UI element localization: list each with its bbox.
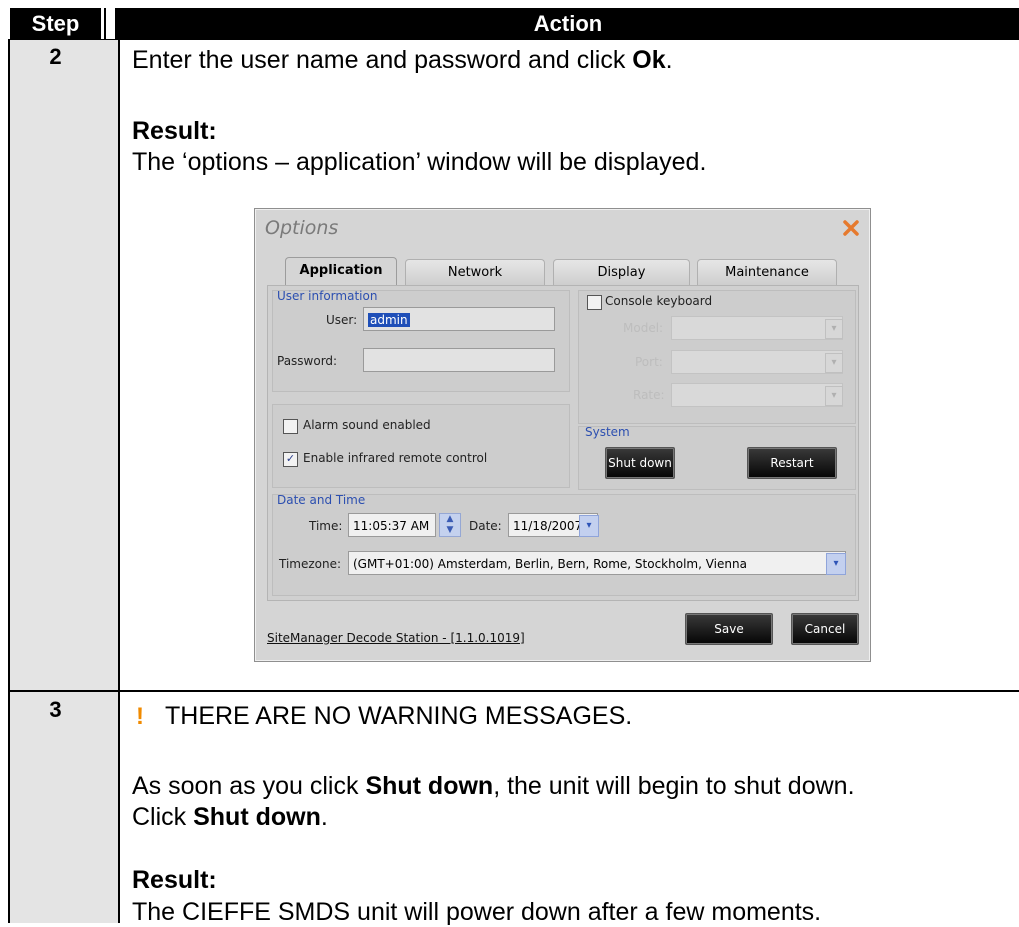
instruction-text: Click Shut down. — [132, 802, 328, 832]
rate-label: Rate: — [633, 388, 665, 402]
tab-maintenance[interactable]: Maintenance — [697, 259, 837, 286]
infrared-label: Enable infrared remote control — [303, 451, 488, 465]
time-spinner-icon[interactable]: ▲ ▼ — [439, 513, 461, 537]
result-label: Result: — [132, 866, 217, 894]
cancel-button[interactable]: Cancel — [791, 613, 859, 645]
tab-application[interactable]: Application — [285, 257, 397, 286]
result-label: Result: — [132, 117, 217, 145]
time-input[interactable]: 11:05:37 AM — [348, 513, 436, 537]
tab-network[interactable]: Network — [405, 259, 545, 286]
version-link[interactable]: SiteManager Decode Station - [1.1.0.1019… — [267, 631, 525, 645]
step-column-header: Step — [10, 8, 101, 39]
timezone-label: Timezone: — [279, 557, 342, 571]
instruction-text: Enter the user name and password and cli… — [132, 45, 673, 75]
step-number: 3 — [49, 697, 62, 722]
header-divider — [101, 8, 115, 39]
result-text: The ‘options – application’ window will … — [132, 148, 707, 176]
user-input[interactable]: admin — [363, 307, 555, 331]
time-label: Time: — [309, 519, 343, 533]
instruction-bold: Shut down — [365, 772, 494, 800]
port-select[interactable] — [671, 350, 843, 374]
column-divider — [118, 39, 120, 923]
alarm-label: Alarm sound enabled — [303, 418, 431, 432]
instruction-pre: As soon as you click — [132, 772, 366, 800]
alarm-checkbox[interactable] — [283, 419, 298, 434]
instruction-post: , the unit will begin to shut down. — [493, 772, 855, 800]
application-panel: User information User: admin Password: A… — [267, 285, 859, 601]
rate-dropdown-icon: ▾ — [825, 386, 843, 406]
console-keyboard-checkbox[interactable] — [587, 295, 602, 310]
console-keyboard-label: Console keyboard — [605, 294, 713, 308]
instruction-post: . — [320, 803, 328, 831]
warning-text: THERE ARE NO WARNING MESSAGES. — [165, 702, 633, 730]
options-dialog: Options Application Network Display Main… — [254, 208, 871, 662]
user-value: admin — [368, 313, 410, 327]
shut-down-button[interactable]: Shut down — [605, 447, 675, 479]
user-information-label: User information — [277, 289, 378, 303]
warning-exclamation-icon: ! — [136, 703, 144, 730]
tab-display[interactable]: Display — [553, 259, 690, 286]
user-label: User: — [326, 313, 358, 327]
procedure-table: Step Action 2 Enter the user name and pa… — [0, 0, 1019, 926]
date-time-group: Date and Time Time: 11:05:37 AM ▲ ▼ Date:… — [272, 493, 856, 596]
rate-select[interactable] — [671, 383, 843, 407]
model-label: Model: — [623, 321, 664, 335]
port-label: Port: — [635, 355, 663, 369]
password-label: Password: — [277, 354, 338, 368]
model-select[interactable] — [671, 316, 843, 340]
restart-button[interactable]: Restart — [747, 447, 837, 479]
timezone-select[interactable]: (GMT+01:00) Amsterdam, Berlin, Bern, Rom… — [348, 551, 846, 575]
tab-bar: Application Network Display Maintenance — [285, 257, 837, 286]
date-time-label: Date and Time — [277, 493, 366, 507]
step-column — [10, 40, 118, 923]
header-rule — [8, 39, 1019, 40]
timezone-dropdown-icon[interactable]: ▾ — [826, 553, 846, 575]
system-label: System — [585, 425, 630, 439]
model-dropdown-icon: ▾ — [825, 319, 843, 339]
instruction-post: . — [665, 46, 673, 74]
user-information-group: User information User: admin Password: — [272, 289, 570, 392]
options-group: Alarm sound enabled ✓ Enable infrared re… — [272, 404, 570, 488]
password-input[interactable] — [363, 348, 555, 372]
console-keyboard-group: Console keyboard Model: ▾ Port: ▾ Rate: … — [578, 290, 856, 424]
dialog-title: Options — [265, 217, 339, 239]
instruction-pre: Click — [132, 803, 194, 831]
infrared-checkbox[interactable]: ✓ — [283, 452, 298, 467]
port-dropdown-icon: ▾ — [825, 353, 843, 373]
step-number: 2 — [49, 44, 62, 69]
date-dropdown-icon[interactable]: ▾ — [579, 515, 599, 537]
system-group: System Shut down Restart — [578, 425, 856, 490]
instruction-bold: Shut down — [193, 803, 321, 831]
action-column-header: Action — [115, 8, 1019, 39]
instruction-bold: Ok — [632, 46, 666, 74]
date-label: Date: — [469, 519, 502, 533]
row-divider — [8, 690, 1019, 692]
instruction-pre: Enter the user name and password and cli… — [132, 46, 633, 74]
close-icon[interactable] — [842, 219, 860, 237]
table-left-border — [8, 39, 10, 923]
instruction-text: As soon as you click Shut down, the unit… — [132, 771, 855, 801]
save-button[interactable]: Save — [685, 613, 773, 645]
